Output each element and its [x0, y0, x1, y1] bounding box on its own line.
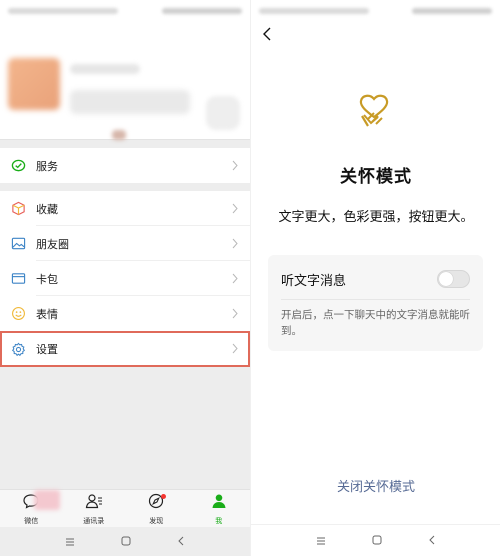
avatar[interactable] — [8, 58, 60, 110]
profile-name-blurred — [70, 64, 140, 74]
profile-header[interactable] — [0, 22, 250, 140]
menu-item-services[interactable]: 服务 — [0, 148, 250, 183]
person-icon — [210, 493, 228, 514]
status-bar-right-blurred — [412, 8, 492, 14]
system-nav-bar — [251, 524, 500, 556]
setting-label: 听文字消息 — [281, 273, 347, 288]
back-nav-icon[interactable] — [177, 533, 185, 551]
menu-group-settings: 设置 — [0, 331, 250, 367]
status-bar-left-blurred — [259, 8, 369, 14]
page-description: 文字更大，色彩更强，按钮更大。 — [278, 209, 474, 224]
care-hand-heart-icon — [359, 94, 389, 127]
menu-item-settings[interactable]: 设置 — [0, 331, 250, 367]
menu-item-label: 卡包 — [36, 273, 58, 286]
favorites-cube-icon — [10, 201, 26, 217]
menu-icon[interactable] — [65, 533, 75, 551]
tab-label: 通讯录 — [83, 518, 105, 525]
wechat-pay-icon — [10, 158, 26, 174]
home-icon[interactable] — [372, 532, 382, 550]
system-nav-bar — [0, 527, 250, 556]
close-care-mode-button[interactable]: 关闭关怀模式 — [251, 476, 500, 495]
divider — [281, 299, 470, 300]
moments-photo-icon — [10, 236, 26, 252]
listen-text-toggle[interactable] — [437, 270, 470, 288]
menu-group-main: 收藏 朋友圈 卡包 表情 — [0, 191, 250, 331]
menu-group-services: 服务 — [0, 148, 250, 183]
bottom-tab-bar: 微信 通讯录 发现 我 — [0, 489, 250, 527]
menu-item-label: 朋友圈 — [36, 238, 69, 251]
chevron-right-icon — [232, 238, 238, 249]
status-blurred — [112, 130, 126, 140]
wechat-me-screen: 服务 收藏 朋友圈 卡包 表情 设置 微信 通讯录 发现 我 — [0, 0, 250, 556]
menu-item-label: 服务 — [36, 160, 58, 173]
menu-item-favorites[interactable]: 收藏 — [0, 191, 250, 226]
tab-discover[interactable]: 发现 — [125, 490, 188, 527]
profile-id-blurred — [70, 90, 190, 114]
care-mode-screen: 关怀模式 文字更大，色彩更强，按钮更大。 听文字消息 开启后，点一下聊天中的文字… — [250, 0, 500, 556]
tab-contacts[interactable]: 通讯录 — [63, 490, 126, 527]
tab-label: 微信 — [24, 518, 39, 525]
chevron-right-icon — [232, 273, 238, 284]
sticker-smile-icon — [10, 306, 26, 322]
menu-icon[interactable] — [316, 532, 326, 550]
listen-text-message-card: 听文字消息 开启后，点一下聊天中的文字消息就能听到。 — [268, 255, 483, 351]
status-bar-left-blurred — [8, 8, 118, 14]
menu-item-moments[interactable]: 朋友圈 — [0, 226, 250, 261]
back-nav-icon[interactable] — [428, 532, 436, 550]
home-icon[interactable] — [121, 533, 131, 551]
back-arrow-icon[interactable] — [261, 26, 275, 42]
menu-item-stickers[interactable]: 表情 — [0, 296, 250, 331]
card-wallet-icon — [10, 271, 26, 287]
menu-item-card-wallet[interactable]: 卡包 — [0, 261, 250, 296]
tab-label: 我 — [215, 518, 223, 525]
qr-code-blurred[interactable] — [206, 96, 240, 130]
menu-item-label: 表情 — [36, 308, 58, 321]
page-title: 关怀模式 — [340, 167, 412, 186]
tab-chats[interactable]: 微信 — [0, 490, 63, 527]
tab-label: 发现 — [149, 518, 164, 525]
chevron-right-icon — [232, 203, 238, 214]
contacts-icon — [85, 493, 103, 514]
status-bar — [0, 0, 250, 22]
chevron-right-icon — [232, 308, 238, 319]
status-bar-right-blurred — [162, 8, 242, 14]
settings-gear-icon — [10, 341, 26, 357]
notification-dot — [161, 494, 166, 499]
toggle-knob — [439, 272, 453, 286]
tab-me[interactable]: 我 — [188, 490, 251, 527]
menu-item-label: 收藏 — [36, 203, 58, 216]
badge-blurred — [34, 490, 60, 510]
chevron-right-icon — [232, 343, 238, 354]
setting-description: 开启后，点一下聊天中的文字消息就能听到。 — [281, 309, 470, 337]
status-bar — [251, 0, 500, 22]
menu-item-label: 设置 — [36, 344, 58, 356]
chevron-right-icon — [232, 160, 238, 171]
